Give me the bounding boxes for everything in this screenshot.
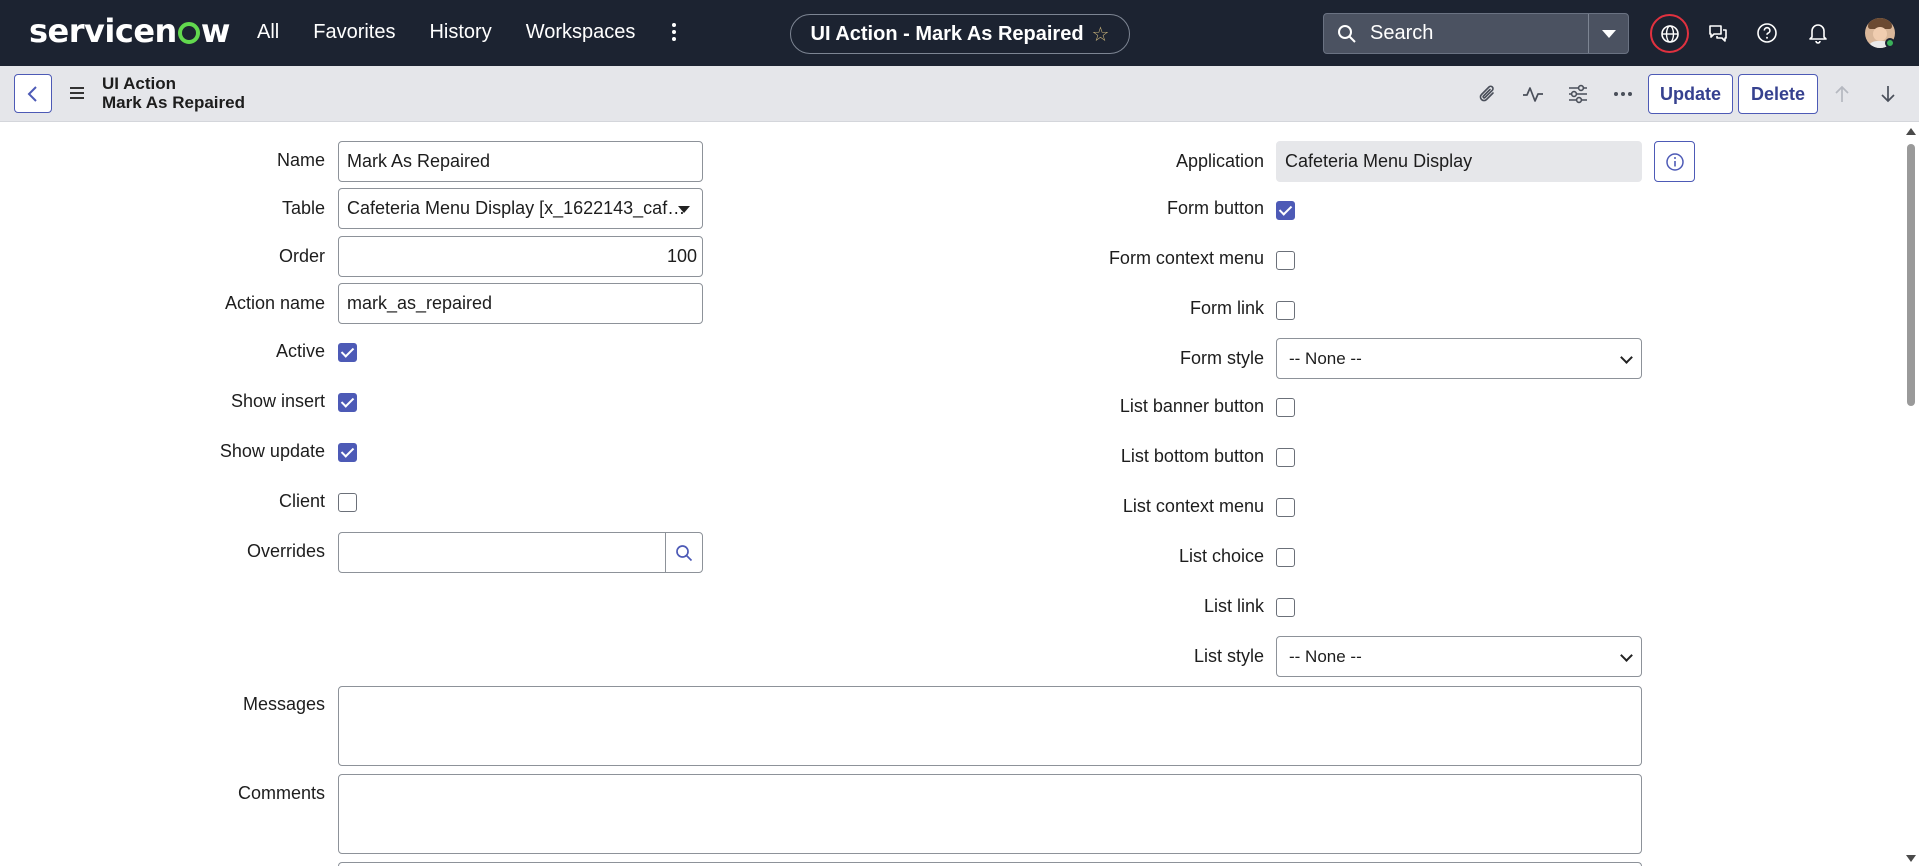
list-style-value: -- None -- (1289, 646, 1362, 666)
paperclip-icon[interactable] (1476, 82, 1500, 106)
form-style-select[interactable]: -- None -- (1276, 338, 1642, 379)
messages-textarea[interactable] (338, 686, 1642, 766)
client-checkbox[interactable] (338, 493, 357, 512)
name-label: Name (276, 150, 325, 170)
list-bottom-button-checkbox[interactable] (1276, 448, 1295, 467)
presence-indicator (1885, 38, 1895, 48)
nav-menu: All Favorites History Workspaces (257, 21, 635, 44)
action-name-field[interactable]: mark_as_repaired (338, 283, 703, 324)
scroll-down-icon[interactable] (1906, 855, 1916, 862)
table-select[interactable]: Cafeteria Menu Display [x_1622143_caf… (338, 188, 703, 229)
application-field: Cafeteria Menu Display (1276, 141, 1642, 182)
chevron-down-icon (1620, 649, 1633, 662)
overrides-lookup-button[interactable] (665, 532, 703, 573)
star-icon[interactable]: ☆ (1092, 22, 1110, 47)
comments-textarea[interactable] (338, 774, 1642, 854)
arrow-down-icon[interactable] (1876, 82, 1900, 106)
overrides-label: Overrides (246, 541, 325, 561)
chat-icon[interactable] (1706, 21, 1730, 45)
delete-button[interactable]: Delete (1738, 74, 1818, 114)
list-bottom-button-label: List bottom button (1120, 446, 1264, 466)
search-scope-dropdown[interactable] (1588, 14, 1628, 53)
back-button[interactable] (14, 74, 52, 113)
list-choice-checkbox[interactable] (1276, 548, 1295, 567)
servicenow-logo[interactable]: servicen w (29, 12, 230, 50)
arrow-up-icon[interactable] (1830, 82, 1854, 106)
form-title: UI Action Mark As Repaired (102, 74, 245, 112)
globe-icon[interactable] (1650, 14, 1689, 53)
back-icon (27, 85, 37, 102)
list-choice-label: List choice (1178, 546, 1264, 566)
page-scrollbar[interactable] (1902, 122, 1919, 866)
form-context-menu-label: Form context menu (1108, 248, 1264, 268)
global-search[interactable]: Search (1323, 13, 1629, 54)
help-icon[interactable] (1755, 21, 1779, 45)
form-style-label: Form style (1179, 348, 1264, 368)
overrides-field[interactable] (338, 532, 666, 573)
more-vert-icon[interactable] (668, 20, 680, 46)
list-link-label: List link (1203, 596, 1264, 616)
list-link-checkbox[interactable] (1276, 598, 1295, 617)
search-icon (676, 544, 693, 561)
show-update-checkbox[interactable] (338, 443, 357, 462)
menu-icon[interactable] (70, 87, 84, 102)
more-horiz-icon[interactable] (1611, 82, 1635, 106)
form-link-label: Form link (1189, 298, 1264, 318)
list-style-label: List style (1193, 646, 1264, 666)
bell-icon[interactable] (1806, 21, 1830, 45)
form-context-menu-checkbox[interactable] (1276, 251, 1295, 270)
form-header: UI Action Mark As Repaired Update Delete (0, 66, 1919, 122)
list-context-menu-label: List context menu (1122, 496, 1264, 516)
show-insert-checkbox[interactable] (338, 393, 357, 412)
form-style-value: -- None -- (1289, 348, 1362, 368)
client-label: Client (278, 491, 325, 511)
active-checkbox[interactable] (338, 343, 357, 362)
nav-favorites[interactable]: Favorites (313, 21, 395, 44)
caret-down-icon (1601, 29, 1616, 38)
caret-down-icon (678, 206, 690, 213)
application-label: Application (1175, 151, 1264, 171)
scroll-up-icon[interactable] (1906, 128, 1916, 135)
list-style-select[interactable]: -- None -- (1276, 636, 1642, 677)
record-title-pill[interactable]: UI Action - Mark As Repaired ☆ (790, 14, 1130, 54)
scrollbar-thumb[interactable] (1907, 144, 1915, 406)
nav-workspaces[interactable]: Workspaces (526, 21, 636, 44)
logo-o-mark (177, 22, 200, 44)
order-field[interactable]: 100 (338, 236, 703, 277)
form-link-checkbox[interactable] (1276, 301, 1295, 320)
show-update-label: Show update (219, 441, 325, 461)
chevron-down-icon (1620, 351, 1633, 364)
table-label: UI Action (102, 74, 176, 93)
name-field[interactable]: Mark As Repaired (338, 141, 703, 182)
settings-sliders-icon[interactable] (1566, 82, 1590, 106)
record-name: Mark As Repaired (102, 93, 245, 112)
list-banner-button-label: List banner button (1119, 396, 1264, 416)
table-select-value: Cafeteria Menu Display [x_1622143_caf… (347, 198, 686, 218)
list-banner-button-checkbox[interactable] (1276, 398, 1295, 417)
search-input[interactable]: Search (1370, 22, 1588, 45)
active-label: Active (275, 341, 325, 361)
nav-history[interactable]: History (429, 21, 491, 44)
form-button-checkbox[interactable] (1276, 201, 1295, 220)
nav-all[interactable]: All (257, 21, 279, 44)
comments-label: Comments (237, 783, 325, 803)
next-field-partial (338, 862, 1642, 866)
top-navigation-bar: servicen w All Favorites History Workspac… (0, 0, 1919, 66)
info-icon (1665, 152, 1684, 171)
form-button-label: Form button (1166, 198, 1264, 218)
record-title: UI Action - Mark As Repaired (810, 22, 1084, 45)
action-name-label: Action name (224, 293, 325, 313)
order-label: Order (278, 246, 325, 266)
application-info-button[interactable] (1654, 141, 1695, 182)
list-context-menu-checkbox[interactable] (1276, 498, 1295, 517)
table-label: Table (281, 198, 325, 218)
activity-icon[interactable] (1521, 82, 1545, 106)
update-button[interactable]: Update (1648, 74, 1733, 114)
messages-label: Messages (242, 694, 325, 714)
show-insert-label: Show insert (230, 391, 325, 411)
search-icon (1324, 24, 1370, 44)
